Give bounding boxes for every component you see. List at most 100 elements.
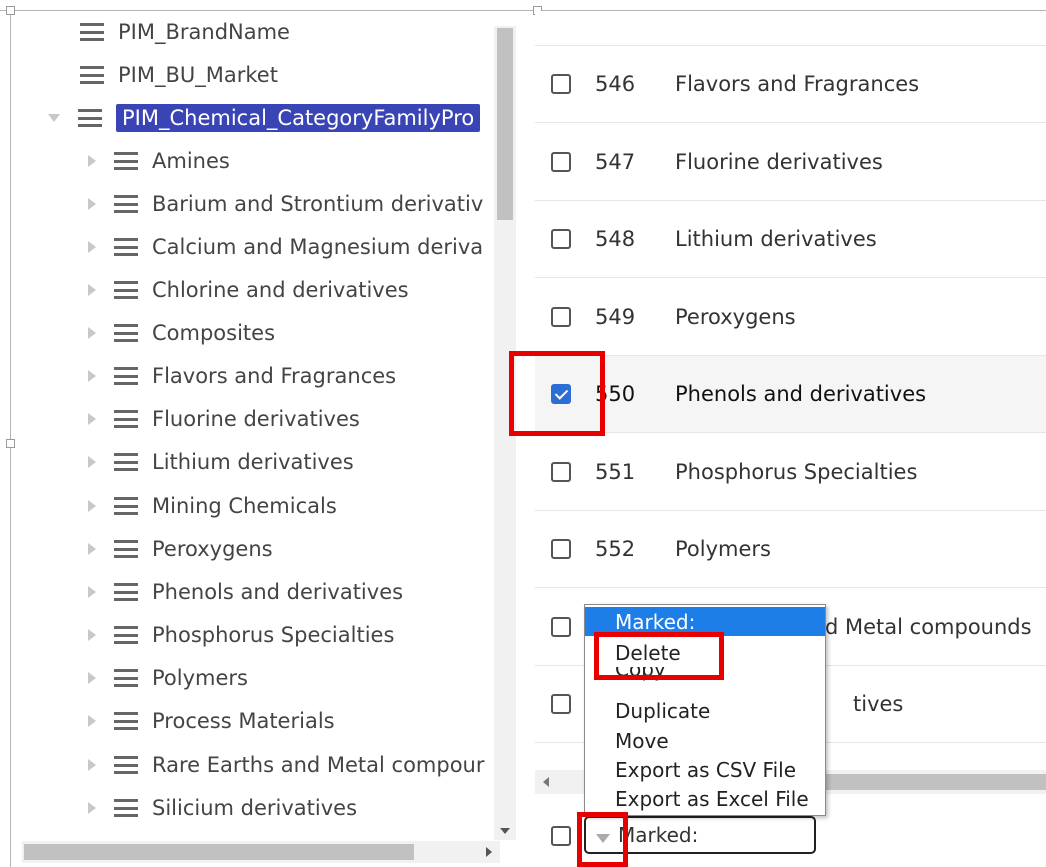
tree-item-label: Flavors and Fragrances bbox=[152, 364, 397, 388]
grid-row[interactable]: 548 Lithium derivatives bbox=[535, 201, 1046, 278]
row-name: Phosphorus Specialties bbox=[675, 459, 918, 484]
list-icon bbox=[114, 756, 138, 774]
tree-item[interactable]: Mining Chemicals bbox=[88, 489, 337, 523]
tree-item[interactable]: Phosphorus Specialties bbox=[88, 618, 394, 652]
tree-item-label: Polymers bbox=[152, 666, 248, 690]
tree-item-label: Rare Earths and Metal compour bbox=[152, 753, 485, 777]
tree-vertical-scroll-thumb[interactable] bbox=[497, 28, 513, 220]
tree-item[interactable]: Amines bbox=[88, 144, 230, 178]
tree-item[interactable]: Lithium derivatives bbox=[88, 445, 354, 479]
row-name: Fluorine derivatives bbox=[675, 149, 883, 174]
caret-right-icon[interactable] bbox=[88, 759, 96, 771]
list-icon bbox=[114, 453, 138, 471]
tree-item-label: Amines bbox=[152, 149, 230, 173]
annotation-box-checkbox bbox=[509, 351, 605, 436]
grid-row[interactable]: 550 Phenols and derivatives bbox=[535, 356, 1046, 433]
tree-item[interactable]: Flavors and Fragrances bbox=[88, 359, 396, 393]
annotation-box-dropdown-arrow bbox=[577, 812, 628, 867]
tree-item[interactable]: Calcium and Magnesium deriva bbox=[88, 230, 483, 264]
tree-horizontal-scrollbar[interactable] bbox=[22, 841, 500, 863]
menu-item-export-csv[interactable]: Export as CSV File bbox=[585, 755, 825, 784]
caret-right-icon[interactable] bbox=[88, 370, 96, 382]
tree-item[interactable]: Chlorine and derivatives bbox=[88, 273, 409, 307]
tree-item[interactable]: Process Materials bbox=[88, 704, 335, 738]
list-icon bbox=[114, 540, 138, 558]
list-icon bbox=[114, 799, 138, 817]
tree-item-label: Mining Chemicals bbox=[152, 494, 337, 518]
tree-item[interactable]: PIM_BU_Market bbox=[48, 58, 278, 92]
caret-right-icon[interactable] bbox=[88, 543, 96, 555]
caret-right-icon[interactable] bbox=[88, 456, 96, 468]
caret-right-icon[interactable] bbox=[88, 586, 96, 598]
row-id: 546 bbox=[595, 72, 636, 96]
scroll-left-arrow-icon[interactable] bbox=[543, 777, 549, 787]
menu-item-export-excel[interactable]: Export as Excel File bbox=[585, 784, 825, 813]
caret-right-icon[interactable] bbox=[88, 327, 96, 339]
tree-item[interactable]: PIM_Chemical_CategoryFamilyPro bbox=[48, 101, 481, 135]
tree-item[interactable]: Rare Earths and Metal compour bbox=[88, 748, 485, 782]
tree-item-label: Fluorine derivatives bbox=[152, 407, 360, 431]
select-all-checkbox[interactable] bbox=[551, 826, 571, 846]
tree-item[interactable]: Polymers bbox=[88, 661, 248, 695]
caret-right-icon[interactable] bbox=[88, 629, 96, 641]
grid-row[interactable]: 547 Fluorine derivatives bbox=[535, 124, 1046, 201]
row-id: 549 bbox=[595, 304, 636, 329]
caret-right-icon[interactable] bbox=[88, 672, 96, 684]
scroll-down-arrow-icon[interactable] bbox=[500, 828, 510, 834]
tree-item[interactable]: Phenols and derivatives bbox=[88, 575, 403, 609]
grid-row[interactable]: 551 Phosphorus Specialties bbox=[535, 434, 1046, 511]
row-name: tives bbox=[853, 692, 904, 716]
tree-item-label: Composites bbox=[152, 321, 276, 345]
tree-item[interactable]: Peroxygens bbox=[88, 532, 273, 566]
caret-right-icon[interactable] bbox=[88, 241, 96, 253]
scroll-right-arrow-icon[interactable] bbox=[486, 847, 492, 857]
row-checkbox[interactable] bbox=[551, 461, 571, 482]
row-id: 552 bbox=[595, 537, 636, 561]
caret-right-icon[interactable] bbox=[88, 198, 96, 210]
row-checkbox[interactable] bbox=[551, 616, 571, 637]
tree-item[interactable]: Silicium derivatives bbox=[88, 791, 357, 825]
row-name: Flavors and Fragrances bbox=[675, 72, 920, 96]
row-name: Phenols and derivatives bbox=[675, 382, 927, 406]
caret-right-icon[interactable] bbox=[88, 284, 96, 296]
list-icon bbox=[114, 367, 138, 385]
menu-item-duplicate[interactable]: Duplicate bbox=[585, 696, 825, 725]
row-name: Polymers bbox=[675, 537, 771, 561]
row-id: 548 bbox=[595, 227, 636, 251]
list-icon bbox=[80, 66, 104, 84]
tree-item[interactable]: Barium and Strontium derivativ bbox=[88, 187, 483, 221]
caret-right-icon[interactable] bbox=[88, 155, 96, 167]
list-icon bbox=[114, 626, 138, 644]
tree-horizontal-scroll-thumb[interactable] bbox=[24, 844, 414, 860]
row-checkbox[interactable] bbox=[551, 306, 571, 327]
tree-item-label: Chlorine and derivatives bbox=[152, 278, 409, 302]
caret-right-icon[interactable] bbox=[88, 413, 96, 425]
list-icon bbox=[114, 195, 138, 213]
tree-item[interactable]: Fluorine derivatives bbox=[88, 402, 360, 436]
annotation-box-delete bbox=[594, 632, 724, 680]
row-checkbox[interactable] bbox=[551, 694, 571, 714]
caret-right-icon[interactable] bbox=[88, 802, 96, 814]
caret-down-icon[interactable] bbox=[48, 114, 60, 122]
row-id: 551 bbox=[595, 459, 636, 484]
grid-row[interactable]: 546 Flavors and Fragrances bbox=[535, 46, 1046, 123]
grid-row[interactable]: 549 Peroxygens bbox=[535, 279, 1046, 356]
marked-select-value: Marked: bbox=[618, 823, 699, 847]
tree-item[interactable]: PIM_BrandName bbox=[48, 15, 290, 49]
tree-item[interactable]: Composites bbox=[88, 316, 275, 350]
row-checkbox[interactable] bbox=[551, 229, 571, 249]
row-checkbox[interactable] bbox=[551, 151, 571, 172]
row-name: d Metal compounds bbox=[825, 614, 1032, 639]
row-checkbox[interactable] bbox=[551, 74, 571, 94]
menu-item-move[interactable]: Move bbox=[585, 726, 825, 755]
list-icon bbox=[114, 152, 138, 170]
grid-row[interactable]: 552 Polymers bbox=[535, 511, 1046, 588]
list-icon bbox=[114, 712, 138, 730]
tree-item-label: Peroxygens bbox=[152, 537, 273, 561]
caret-right-icon[interactable] bbox=[88, 715, 96, 727]
list-icon bbox=[114, 238, 138, 256]
list-icon bbox=[80, 23, 104, 41]
caret-right-icon[interactable] bbox=[88, 500, 96, 512]
tree-item-label: Lithium derivatives bbox=[152, 450, 354, 474]
row-checkbox[interactable] bbox=[551, 539, 571, 559]
